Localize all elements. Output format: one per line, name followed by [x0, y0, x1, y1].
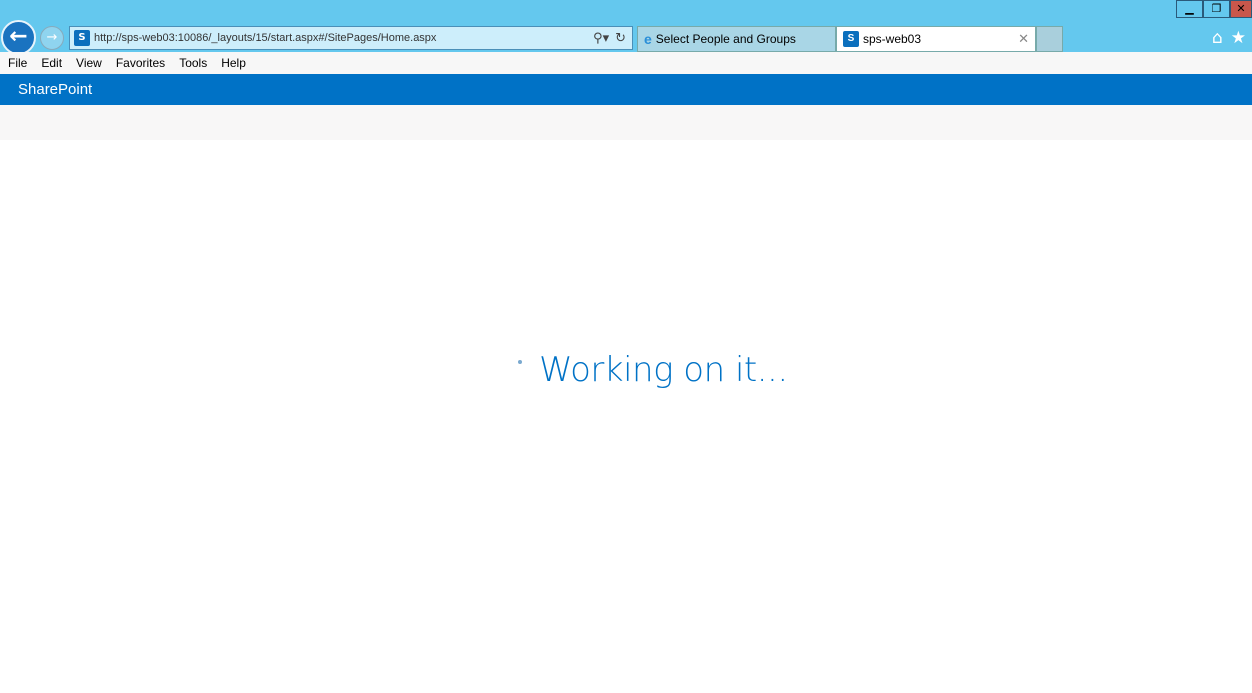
loading-indicator: Working on it... — [518, 350, 788, 390]
menu-edit[interactable]: Edit — [41, 56, 62, 70]
menu-tools[interactable]: Tools — [179, 56, 207, 70]
tab-label: Select People and Groups — [655, 32, 796, 46]
menu-bar: File Edit View Favorites Tools Help — [0, 52, 1252, 74]
ie-icon: e — [644, 31, 652, 47]
tab-label: sps-web03 — [863, 32, 922, 46]
new-tab-button[interactable] — [1036, 26, 1063, 52]
tab-sps-web03[interactable]: S sps-web03 ✕ — [836, 26, 1036, 52]
sharepoint-icon: S — [843, 31, 859, 47]
sharepoint-icon: S — [74, 30, 90, 46]
browser-chrome: ▁ ❐ ✕ ← → S http://sps-web03:10086/_layo… — [0, 0, 1252, 55]
window-controls: ▁ ❐ ✕ — [1176, 0, 1252, 18]
tab-select-people[interactable]: e Select People and Groups — [637, 26, 836, 52]
forward-button[interactable]: → — [40, 26, 64, 50]
favorites-star-icon[interactable]: ★ — [1231, 28, 1246, 48]
minimize-button[interactable]: ▁ — [1176, 0, 1203, 18]
sharepoint-link[interactable]: SharePoint — [18, 81, 92, 98]
back-button[interactable]: ← — [1, 20, 36, 55]
refresh-icon[interactable]: ↻ — [615, 31, 626, 46]
home-icon[interactable]: ⌂ — [1212, 28, 1223, 48]
url-text[interactable]: http://sps-web03:10086/_layouts/15/start… — [94, 32, 593, 44]
search-icon[interactable]: ⚲▾ — [593, 31, 609, 46]
close-window-button[interactable]: ✕ — [1230, 0, 1252, 18]
loading-text: Working on it... — [539, 350, 788, 390]
menu-view[interactable]: View — [76, 56, 102, 70]
address-bar[interactable]: S http://sps-web03:10086/_layouts/15/sta… — [69, 26, 633, 50]
close-tab-icon[interactable]: ✕ — [1018, 31, 1029, 47]
suite-bar: SharePoint — [0, 74, 1252, 105]
menu-help[interactable]: Help — [221, 56, 246, 70]
ribbon-area — [0, 105, 1252, 140]
restore-button[interactable]: ❐ — [1203, 0, 1230, 18]
toolbar-icons: ⌂ ★ — [1212, 28, 1246, 48]
menu-favorites[interactable]: Favorites — [116, 56, 165, 70]
menu-file[interactable]: File — [8, 56, 27, 70]
spinner-icon — [518, 360, 522, 364]
